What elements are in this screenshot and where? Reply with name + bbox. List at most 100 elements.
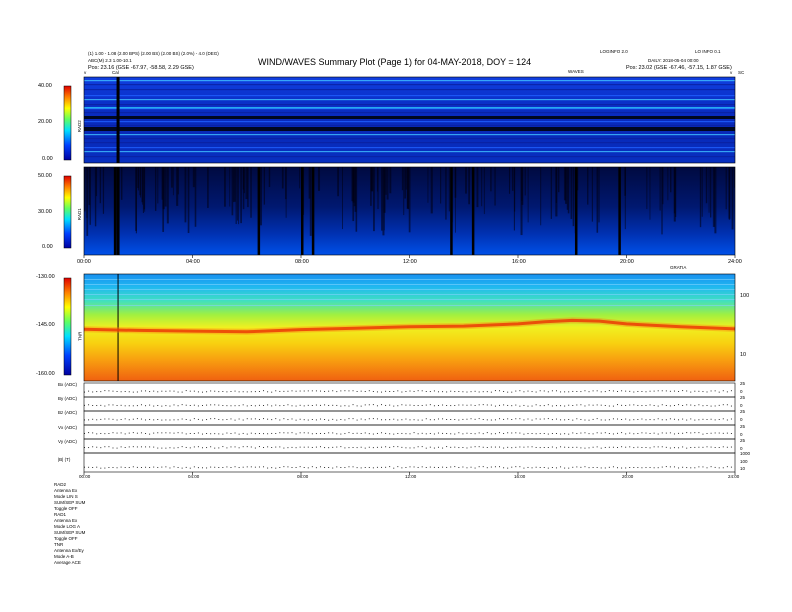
rad1-streak (99, 167, 101, 204)
wind-data-point (584, 405, 586, 407)
wind-data-point (368, 418, 370, 420)
wind-data-point (381, 466, 383, 468)
wind-data-point (572, 466, 574, 468)
wind-data-point (210, 418, 212, 420)
wind-data-point (161, 447, 163, 449)
wind-data-point (295, 447, 297, 449)
tnr-ytick-top: -130.00 (36, 274, 55, 280)
wind-data-point (584, 390, 586, 392)
wind-data-point (368, 390, 370, 392)
wind-data-point (425, 433, 427, 435)
wind-data-point (466, 404, 468, 406)
wind-data-point (478, 432, 480, 434)
wind-data-point (352, 447, 354, 448)
wind-data-point (596, 390, 598, 392)
rad1-streak (430, 167, 433, 214)
wind-data-point (450, 419, 452, 420)
wind-data-point (580, 447, 582, 449)
wind-data-point (710, 405, 712, 407)
wind-data-point (702, 446, 704, 448)
rad1-streak (705, 167, 708, 204)
wind-data-point (100, 467, 102, 469)
wind-data-point (287, 404, 289, 406)
wind-data-point (535, 466, 537, 468)
wind-data-point (722, 432, 724, 434)
wind-data-point (633, 391, 635, 393)
wind-data-point (682, 432, 684, 434)
rad1-streak (476, 167, 479, 208)
wind-data-point (568, 404, 570, 406)
wind-data-point (523, 433, 525, 435)
rad1-streak (710, 167, 712, 218)
wind-data-point (499, 404, 501, 406)
wind-data-point (299, 446, 301, 448)
wind-data-point (116, 447, 118, 449)
wind-data-point (116, 419, 118, 421)
wind-data-point (149, 404, 151, 406)
wind-data-point (637, 433, 639, 434)
wind-data-point (149, 433, 151, 435)
wind-data-point (145, 419, 147, 421)
wind-data-point (165, 419, 167, 421)
wind-data-point (474, 405, 476, 406)
wind-data-point (425, 467, 427, 469)
wind-data-point (511, 419, 513, 420)
wind-data-point (287, 390, 289, 392)
wind-data-point (348, 390, 350, 392)
rad1-streak (494, 167, 496, 206)
xtick-bottom-label-2: 08:00 (297, 474, 309, 479)
wind-data-point (279, 467, 281, 468)
wind-data-point (673, 418, 675, 420)
wind-data-point (315, 390, 317, 392)
rad1-streak (514, 167, 516, 212)
wind-data-point (401, 419, 403, 421)
rad1-streak (481, 167, 483, 207)
wind-data-point (352, 432, 354, 434)
rad1-streak (699, 167, 702, 228)
wind-data-point (612, 433, 614, 435)
wind-data-point (222, 446, 224, 448)
wind-data-point (718, 404, 720, 406)
wind-data-point (450, 390, 452, 392)
wind-data-point (96, 433, 98, 435)
wind-data-point (340, 446, 342, 448)
wind-data-point (507, 404, 509, 406)
wind-data-point (482, 446, 484, 448)
wind-data-point (271, 446, 273, 448)
wind-data-point (710, 446, 712, 448)
wind-data-point (564, 405, 566, 407)
wind-data-point (474, 390, 476, 392)
wind-data-point (726, 404, 728, 406)
wind-data-point (263, 447, 265, 448)
wind-data-point (641, 391, 643, 392)
wind-data-point (621, 446, 623, 448)
rad1-streak (448, 167, 450, 212)
wind-data-point (523, 404, 525, 406)
wind-data-point (140, 467, 142, 468)
wind-data-point (543, 433, 545, 434)
wind-data-point (503, 418, 505, 420)
wind-data-point (551, 467, 553, 468)
rad1-streak (177, 167, 179, 195)
wind-data-point (364, 419, 366, 421)
wind-data-point (315, 433, 317, 435)
wind-data-point (104, 433, 106, 435)
wind-data-point (393, 433, 395, 435)
wind-data-point (446, 433, 448, 435)
wind-data-point (730, 446, 732, 448)
wind-data-point (218, 467, 220, 468)
wind-data-point (234, 390, 236, 392)
rad1-streak (207, 167, 209, 208)
wind-data-point (100, 433, 102, 434)
rad1-gap (113, 167, 117, 255)
wind-data-point (145, 466, 147, 468)
wind-data-point (694, 419, 696, 421)
wind-data-point (535, 446, 537, 448)
rad1-streak (670, 167, 672, 193)
wind-data-point (214, 390, 216, 392)
wind-data-point (503, 404, 505, 406)
wind-data-point (291, 446, 293, 448)
wind-data-point (730, 418, 732, 420)
wind-data-point (271, 419, 273, 421)
wind-data-point (177, 419, 179, 421)
